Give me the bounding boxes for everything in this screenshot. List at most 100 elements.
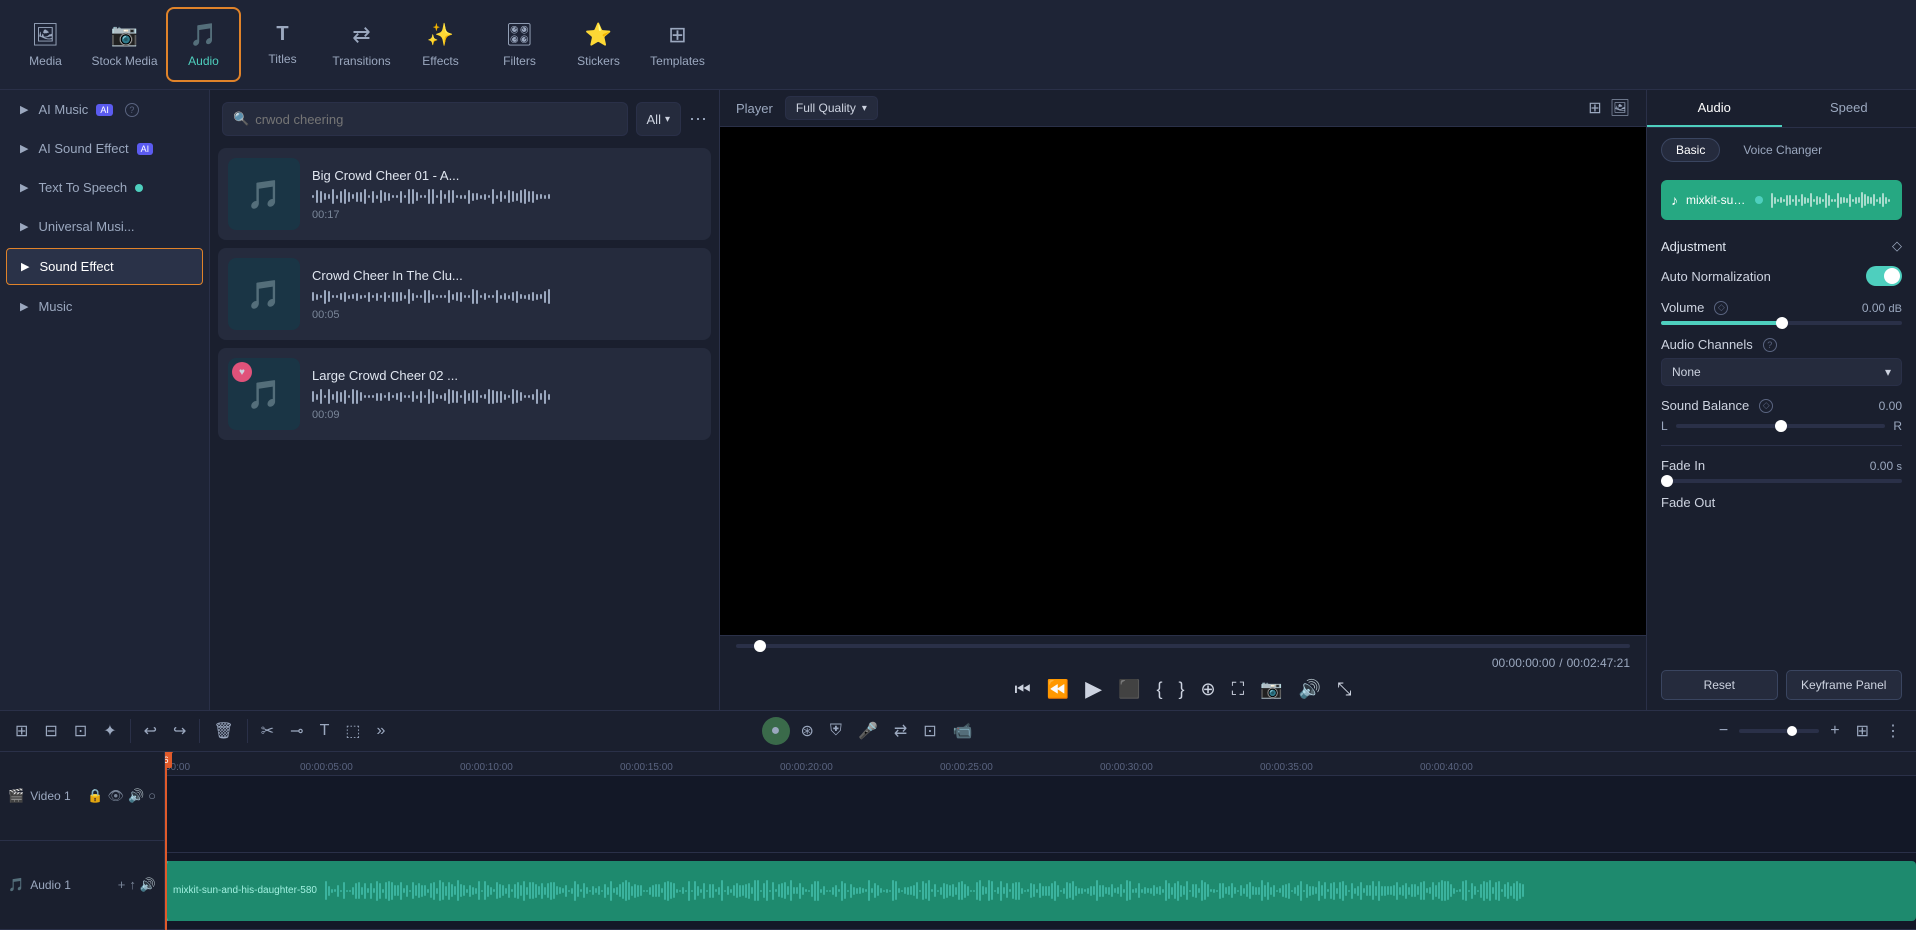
add-to-timeline-button[interactable]: ⊕ [1201,679,1216,700]
zoom-slider[interactable] [1739,729,1819,733]
sidebar-item-ai-sound-effect[interactable]: ▶ AI Sound Effect AI [6,131,203,166]
ai-caption-button[interactable]: ✦ [98,718,121,744]
quality-dropdown[interactable]: Full Quality ▾ [785,96,878,120]
fullscreen-button[interactable]: ⛶ [1232,679,1245,700]
fade-in-slider-thumb[interactable] [1661,475,1673,487]
reset-button[interactable]: Reset [1661,670,1778,700]
result-waveform [312,389,701,405]
sidebar-item-ai-music[interactable]: ▶ AI Music AI ? [6,92,203,127]
fade-in-slider[interactable] [1661,479,1902,483]
layout-toggle-button[interactable]: ⊞ [1851,718,1874,744]
timeline-transition-button[interactable]: ⇄ [889,718,912,744]
toolbar-transitions[interactable]: ⇄ Transitions [324,7,399,82]
toolbar-audio[interactable]: 🎵 Audio [166,7,241,82]
volume-icon[interactable]: 🔊 [140,877,156,893]
timeline-fx-button[interactable]: ⊛ [796,718,819,744]
upload-icon[interactable]: ↑ [129,877,136,893]
auto-caption-button[interactable]: ⊡ [69,718,92,744]
expand-button[interactable]: ⤡ [1337,679,1351,700]
cut-button[interactable]: ✂ [256,718,279,744]
more-tools-button[interactable]: » [371,719,390,743]
timeline-record-button[interactable]: ● [762,717,790,745]
toolbar-templates[interactable]: ⊞ Templates [640,7,715,82]
mark-in-button[interactable]: { [1156,679,1162,700]
info-icon[interactable]: ? [125,103,139,117]
timeline-camera-button[interactable]: 📹 [948,718,978,744]
timeline-toolbar: ⊞ ⊟ ⊡ ✦ ↩ ↪ 🗑 ✂ ⊸ T ⬚ » ● ⊛ ⛨ 🎤 ⇄ ⊡ 📹 − … [0,711,1916,752]
channels-info-icon[interactable]: ? [1763,338,1777,352]
eye-icon[interactable]: 👁 [107,788,124,804]
play-button[interactable]: ▶ [1085,676,1102,702]
audio-clip[interactable]: mixkit-sun-and-his-daughter-580 [165,861,1916,922]
channels-select[interactable]: None ▾ [1661,358,1902,386]
search-input-wrap[interactable]: 🔍 [222,102,628,136]
sub-tab-basic[interactable]: Basic [1661,138,1720,162]
tab-speed[interactable]: Speed [1782,90,1916,127]
balance-slider-thumb[interactable] [1775,420,1787,432]
sidebar-item-text-to-speech[interactable]: ▶ Text To Speech [6,170,203,205]
arrow-icon: ▶ [20,103,28,116]
toolbar-stickers[interactable]: ⭐ Stickers [561,7,636,82]
stop-button[interactable]: ⬛ [1118,679,1140,700]
search-input[interactable] [255,112,616,127]
snapshot-button[interactable]: 📷 [1260,679,1282,700]
step-back-button[interactable]: ⏪ [1047,679,1069,700]
rewind-button[interactable]: ⏮ [1015,679,1031,700]
progress-bar[interactable] [736,644,1630,648]
timeline-ruler[interactable]: 00:00 00:00:05:00 00:00:10:00 00:00:15:0… [165,752,1916,776]
list-item[interactable]: 🎵 Crowd Cheer In The Clu... 00:05 [218,248,711,340]
sub-tab-voice-changer[interactable]: Voice Changer [1728,138,1837,162]
split-audio-button[interactable]: ⊸ [285,718,308,744]
timeline-mic-button[interactable]: 🎤 [853,718,883,744]
lock-icon[interactable]: 🔒 [87,788,103,804]
redo-button[interactable]: ↪ [168,718,191,744]
sidebar-item-sound-effect[interactable]: ▶ Sound Effect [6,248,203,285]
sidebar-item-universal-music[interactable]: ▶ Universal Musi... [6,209,203,244]
volume-slider-thumb[interactable] [1776,317,1788,329]
add-media-button[interactable]: ⊞ [10,718,33,744]
list-item[interactable]: 🎵 Big Crowd Cheer 01 - A... 00:17 [218,148,711,240]
volume-button[interactable]: 🔊 [1299,679,1321,700]
crop-button[interactable]: ⬚ [340,718,365,744]
add-icon[interactable]: + [118,877,126,893]
toolbar-media[interactable]: 🖼 Media [8,7,83,82]
sidebar-label-music: Music [38,299,72,314]
volume-info-icon[interactable]: ◇ [1714,301,1728,315]
image-icon[interactable]: 🖼 [1610,98,1630,118]
toolbar-stock-media[interactable]: 📷 Stock Media [87,7,162,82]
progress-thumb[interactable] [754,640,766,652]
volume-slider[interactable] [1661,321,1902,325]
diamond-icon[interactable]: ◇ [1892,238,1902,254]
keyframe-panel-button[interactable]: Keyframe Panel [1786,670,1903,700]
more-options-button[interactable]: ⋯ [689,109,707,130]
undo-button[interactable]: ↩ [139,718,162,744]
main-area: ▶ AI Music AI ? ▶ AI Sound Effect AI ▶ T… [0,90,1916,710]
filter-dropdown[interactable]: All ▾ [636,102,681,136]
auto-normalization-toggle[interactable] [1866,266,1902,286]
tab-audio[interactable]: Audio [1647,90,1782,127]
toolbar-filters[interactable]: 🎛 Filters [482,7,557,82]
zoom-thumb[interactable] [1787,726,1797,736]
media-icon: 🖼 [32,22,60,48]
zoom-in-button[interactable]: + [1825,719,1844,743]
zoom-out-button[interactable]: − [1714,719,1733,743]
ruler-mark: 00:00:15:00 [620,762,673,773]
toolbar-divider [247,719,248,743]
settings-button[interactable]: ⋮ [1880,718,1906,744]
toolbar-effects[interactable]: ✨ Effects [403,7,478,82]
delete-button[interactable]: 🗑 [208,718,238,744]
playhead[interactable]: 6 [165,752,167,930]
balance-info-icon[interactable]: ◇ [1759,399,1773,413]
toolbar-titles[interactable]: T Titles [245,7,320,82]
mark-out-button[interactable]: } [1179,679,1185,700]
hide-icon[interactable]: ○ [148,788,156,804]
balance-slider[interactable] [1676,424,1886,428]
grid-view-icon[interactable]: ⊞ [1588,98,1601,118]
sidebar-item-music[interactable]: ▶ Music [6,289,203,324]
volume-icon[interactable]: 🔊 [128,788,144,804]
timeline-pip-button[interactable]: ⊡ [918,718,941,744]
list-item[interactable]: ♥ 🎵 Large Crowd Cheer 02 ... 00:09 [218,348,711,440]
timeline-mask-button[interactable]: ⛨ [825,719,847,743]
add-subtitle-button[interactable]: ⊟ [39,718,62,744]
text-button[interactable]: T [315,719,335,743]
